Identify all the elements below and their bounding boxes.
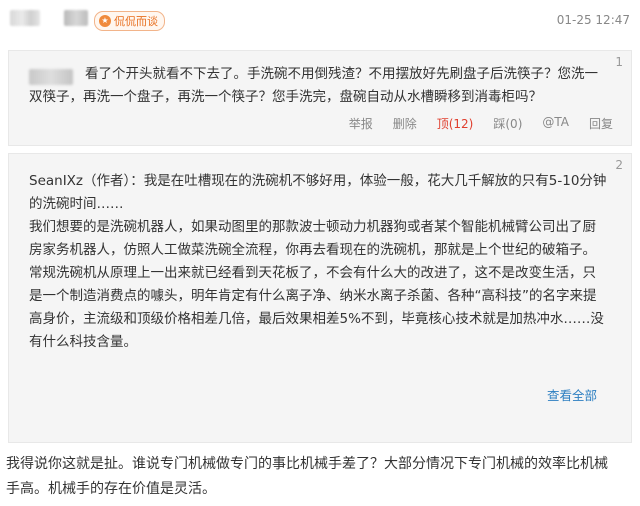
delete-button[interactable]: 删除 — [393, 115, 417, 132]
view-all-link[interactable]: 查看全部 — [547, 385, 597, 404]
comment-actions: 举报 删除 顶(12) 踩(0) @TA 回复 — [349, 115, 613, 132]
quoted-comment-1: 1 看了个开头就看不下去了。手洗碗不用倒残渣？不用摆放好先刷盘子后洗筷子？您洗一… — [8, 50, 632, 146]
reply-text: 我得说你这就是扯。谁说专门机械做专门的事比机械手差了？大部分情况下专门机械的效率… — [6, 456, 608, 497]
mention-button[interactable]: @TA — [542, 115, 569, 132]
quoted-comment-text: SeanIXz（作者）：我是在吐槽现在的洗碗机不够好用，体验一般，花大几千解放的… — [29, 170, 609, 354]
author-name[interactable]: SeanIXz（作者） — [29, 173, 130, 189]
comment-header: ★ 侃侃而谈 01-25 12:47 — [0, 0, 640, 42]
comment-timestamp: 01-25 12:47 — [556, 13, 630, 27]
report-button[interactable]: 举报 — [349, 115, 373, 132]
medal-icon: ★ — [99, 15, 111, 27]
author-separator: ： — [130, 173, 144, 189]
reply-button[interactable]: 回复 — [589, 115, 613, 132]
paragraph-3: 常规洗碗机从原理上一出来就已经看到天花板了，不会有什么大的改进了，这不是改变生活… — [29, 265, 604, 350]
avatar[interactable] — [10, 10, 40, 26]
paragraph-2: 我们想要的是洗碗机器人，如果动图里的那款波士顿动力机器狗或者某个智能机械臂公司出… — [29, 219, 596, 258]
username-blurred[interactable] — [64, 10, 88, 26]
user-badge: ★ 侃侃而谈 — [94, 11, 165, 31]
upvote-button[interactable]: 顶(12) — [437, 115, 474, 132]
badge-label: 侃侃而谈 — [114, 15, 158, 28]
quoted-comment-text: 看了个开头就看不下去了。手洗碗不用倒残渣？不用摆放好先刷盘子后洗筷子？您洗一双筷… — [29, 66, 598, 105]
floor-number: 1 — [615, 55, 623, 69]
floor-number: 2 — [615, 158, 623, 172]
downvote-button[interactable]: 踩(0) — [493, 115, 522, 132]
quoted-comment-2: 2 SeanIXz（作者）：我是在吐槽现在的洗碗机不够好用，体验一般，花大几千解… — [8, 153, 632, 443]
